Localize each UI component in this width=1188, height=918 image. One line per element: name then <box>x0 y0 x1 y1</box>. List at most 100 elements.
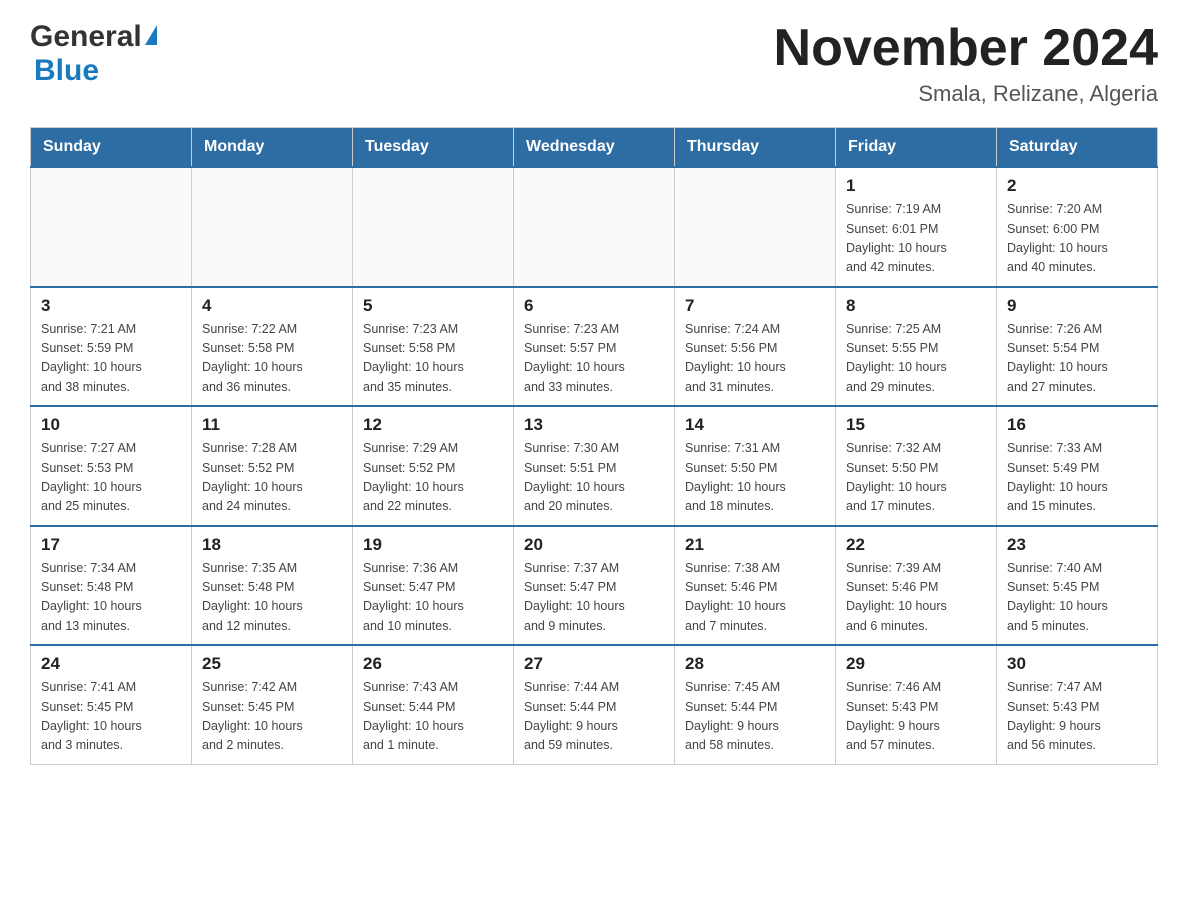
day-info: Sunrise: 7:36 AM Sunset: 5:47 PM Dayligh… <box>363 559 503 637</box>
day-number: 23 <box>1007 535 1147 555</box>
weekday-header-row: SundayMondayTuesdayWednesdayThursdayFrid… <box>31 128 1158 168</box>
day-number: 28 <box>685 654 825 674</box>
day-info: Sunrise: 7:26 AM Sunset: 5:54 PM Dayligh… <box>1007 320 1147 398</box>
calendar-cell: 17Sunrise: 7:34 AM Sunset: 5:48 PM Dayli… <box>31 526 192 646</box>
day-number: 2 <box>1007 176 1147 196</box>
calendar-cell <box>31 167 192 287</box>
day-info: Sunrise: 7:19 AM Sunset: 6:01 PM Dayligh… <box>846 200 986 278</box>
day-number: 4 <box>202 296 342 316</box>
page-header: General Blue November 2024 Smala, Reliza… <box>30 20 1158 107</box>
calendar-cell: 15 Sunrise: 7:32 AM Sunset: 5:50 PM Dayli… <box>836 406 997 526</box>
day-number: 25 <box>202 654 342 674</box>
day-info: Sunrise: 7:27 AM Sunset: 5:53 PM Dayligh… <box>41 439 181 517</box>
day-number: 15 <box>846 415 986 435</box>
day-number: 1 <box>846 176 986 196</box>
calendar-cell: 29Sunrise: 7:46 AM Sunset: 5:43 PM Dayli… <box>836 645 997 764</box>
calendar-cell: 27 Sunrise: 7:44 AM Sunset: 5:44 PM Dayli… <box>514 645 675 764</box>
day-info: Sunrise: 7:31 AM Sunset: 5:50 PM Dayligh… <box>685 439 825 517</box>
calendar-cell: 13Sunrise: 7:30 AM Sunset: 5:51 PM Dayli… <box>514 406 675 526</box>
day-number: 22 <box>846 535 986 555</box>
day-info: Sunrise: 7:42 AM Sunset: 5:45 PM Dayligh… <box>202 678 342 756</box>
day-number: 3 <box>41 296 181 316</box>
day-number: 16 <box>1007 415 1147 435</box>
calendar-cell: 1 Sunrise: 7:19 AM Sunset: 6:01 PM Daylig… <box>836 167 997 287</box>
day-number: 24 <box>41 654 181 674</box>
calendar-cell <box>514 167 675 287</box>
calendar-cell: 16 Sunrise: 7:33 AM Sunset: 5:49 PM Dayli… <box>997 406 1158 526</box>
calendar-cell: 12 Sunrise: 7:29 AM Sunset: 5:52 PM Dayli… <box>353 406 514 526</box>
calendar-cell: 18 Sunrise: 7:35 AM Sunset: 5:48 PM Dayli… <box>192 526 353 646</box>
day-number: 8 <box>846 296 986 316</box>
day-number: 5 <box>363 296 503 316</box>
day-number: 10 <box>41 415 181 435</box>
location: Smala, Relizane, Algeria <box>774 81 1158 107</box>
day-info: Sunrise: 7:39 AM Sunset: 5:46 PM Dayligh… <box>846 559 986 637</box>
weekday-header-saturday: Saturday <box>997 128 1158 168</box>
calendar-cell: 26 Sunrise: 7:43 AM Sunset: 5:44 PM Dayli… <box>353 645 514 764</box>
calendar-cell: 4 Sunrise: 7:22 AM Sunset: 5:58 PM Daylig… <box>192 287 353 407</box>
day-number: 11 <box>202 415 342 435</box>
weekday-header-thursday: Thursday <box>675 128 836 168</box>
day-number: 18 <box>202 535 342 555</box>
day-number: 7 <box>685 296 825 316</box>
calendar-cell: 21 Sunrise: 7:38 AM Sunset: 5:46 PM Dayli… <box>675 526 836 646</box>
calendar-cell: 6 Sunrise: 7:23 AM Sunset: 5:57 PM Daylig… <box>514 287 675 407</box>
day-info: Sunrise: 7:37 AM Sunset: 5:47 PM Dayligh… <box>524 559 664 637</box>
calendar-cell: 5 Sunrise: 7:23 AM Sunset: 5:58 PM Daylig… <box>353 287 514 407</box>
weekday-header-monday: Monday <box>192 128 353 168</box>
calendar-table: SundayMondayTuesdayWednesdayThursdayFrid… <box>30 127 1158 765</box>
month-title: November 2024 <box>774 20 1158 77</box>
day-info: Sunrise: 7:45 AM Sunset: 5:44 PM Dayligh… <box>685 678 825 756</box>
calendar-cell: 25 Sunrise: 7:42 AM Sunset: 5:45 PM Dayli… <box>192 645 353 764</box>
calendar-cell: 24 Sunrise: 7:41 AM Sunset: 5:45 PM Dayli… <box>31 645 192 764</box>
day-info: Sunrise: 7:43 AM Sunset: 5:44 PM Dayligh… <box>363 678 503 756</box>
weekday-header-friday: Friday <box>836 128 997 168</box>
calendar-cell: 7Sunrise: 7:24 AM Sunset: 5:56 PM Daylig… <box>675 287 836 407</box>
calendar-cell: 2 Sunrise: 7:20 AM Sunset: 6:00 PM Daylig… <box>997 167 1158 287</box>
day-info: Sunrise: 7:23 AM Sunset: 5:58 PM Dayligh… <box>363 320 503 398</box>
calendar-cell: 8 Sunrise: 7:25 AM Sunset: 5:55 PM Daylig… <box>836 287 997 407</box>
calendar-cell: 22 Sunrise: 7:39 AM Sunset: 5:46 PM Dayli… <box>836 526 997 646</box>
day-info: Sunrise: 7:30 AM Sunset: 5:51 PM Dayligh… <box>524 439 664 517</box>
logo-triangle-icon <box>145 25 157 45</box>
day-info: Sunrise: 7:22 AM Sunset: 5:58 PM Dayligh… <box>202 320 342 398</box>
calendar-cell <box>353 167 514 287</box>
day-number: 9 <box>1007 296 1147 316</box>
calendar-cell: 20 Sunrise: 7:37 AM Sunset: 5:47 PM Dayli… <box>514 526 675 646</box>
week-row-4: 17Sunrise: 7:34 AM Sunset: 5:48 PM Dayli… <box>31 526 1158 646</box>
week-row-3: 10 Sunrise: 7:27 AM Sunset: 5:53 PM Dayli… <box>31 406 1158 526</box>
day-number: 30 <box>1007 654 1147 674</box>
day-info: Sunrise: 7:28 AM Sunset: 5:52 PM Dayligh… <box>202 439 342 517</box>
day-info: Sunrise: 7:20 AM Sunset: 6:00 PM Dayligh… <box>1007 200 1147 278</box>
day-info: Sunrise: 7:33 AM Sunset: 5:49 PM Dayligh… <box>1007 439 1147 517</box>
day-number: 6 <box>524 296 664 316</box>
day-info: Sunrise: 7:35 AM Sunset: 5:48 PM Dayligh… <box>202 559 342 637</box>
day-number: 14 <box>685 415 825 435</box>
day-number: 12 <box>363 415 503 435</box>
day-info: Sunrise: 7:29 AM Sunset: 5:52 PM Dayligh… <box>363 439 503 517</box>
day-number: 17 <box>41 535 181 555</box>
day-info: Sunrise: 7:23 AM Sunset: 5:57 PM Dayligh… <box>524 320 664 398</box>
day-number: 20 <box>524 535 664 555</box>
day-info: Sunrise: 7:32 AM Sunset: 5:50 PM Dayligh… <box>846 439 986 517</box>
day-info: Sunrise: 7:38 AM Sunset: 5:46 PM Dayligh… <box>685 559 825 637</box>
calendar-cell: 10 Sunrise: 7:27 AM Sunset: 5:53 PM Dayli… <box>31 406 192 526</box>
calendar-cell: 11 Sunrise: 7:28 AM Sunset: 5:52 PM Dayli… <box>192 406 353 526</box>
day-info: Sunrise: 7:44 AM Sunset: 5:44 PM Dayligh… <box>524 678 664 756</box>
day-number: 21 <box>685 535 825 555</box>
day-info: Sunrise: 7:41 AM Sunset: 5:45 PM Dayligh… <box>41 678 181 756</box>
calendar-cell: 28 Sunrise: 7:45 AM Sunset: 5:44 PM Dayli… <box>675 645 836 764</box>
day-number: 27 <box>524 654 664 674</box>
week-row-5: 24 Sunrise: 7:41 AM Sunset: 5:45 PM Dayli… <box>31 645 1158 764</box>
day-info: Sunrise: 7:25 AM Sunset: 5:55 PM Dayligh… <box>846 320 986 398</box>
calendar-cell: 19 Sunrise: 7:36 AM Sunset: 5:47 PM Dayli… <box>353 526 514 646</box>
week-row-2: 3 Sunrise: 7:21 AM Sunset: 5:59 PM Daylig… <box>31 287 1158 407</box>
day-info: Sunrise: 7:21 AM Sunset: 5:59 PM Dayligh… <box>41 320 181 398</box>
calendar-cell <box>192 167 353 287</box>
logo-general: General <box>30 20 142 54</box>
calendar-cell: 9 Sunrise: 7:26 AM Sunset: 5:54 PM Daylig… <box>997 287 1158 407</box>
day-number: 26 <box>363 654 503 674</box>
calendar-cell: 3 Sunrise: 7:21 AM Sunset: 5:59 PM Daylig… <box>31 287 192 407</box>
day-number: 19 <box>363 535 503 555</box>
calendar-cell: 23Sunrise: 7:40 AM Sunset: 5:45 PM Dayli… <box>997 526 1158 646</box>
